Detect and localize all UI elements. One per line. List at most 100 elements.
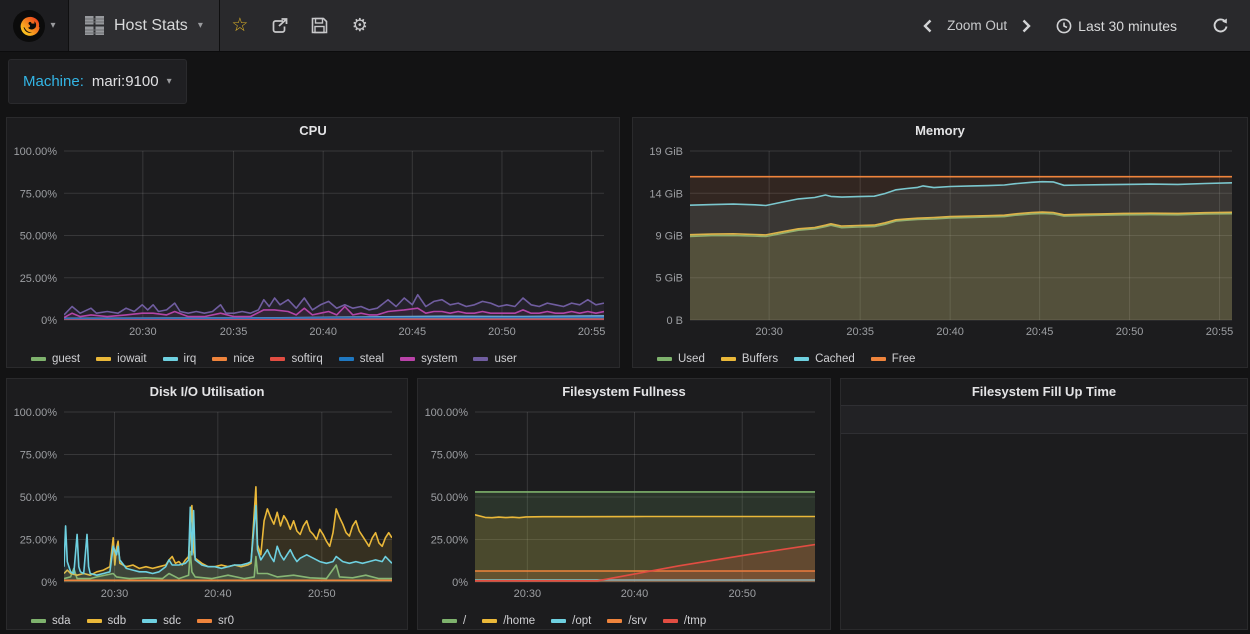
chevron-right-icon bbox=[1022, 19, 1031, 33]
dashboard-grid-icon bbox=[85, 16, 104, 35]
svg-text:0%: 0% bbox=[452, 577, 468, 589]
svg-text:20:30: 20:30 bbox=[514, 588, 542, 600]
grafana-logo-icon bbox=[12, 9, 46, 43]
svg-text:20:55: 20:55 bbox=[578, 326, 606, 338]
variable-label: Machine: bbox=[23, 73, 84, 90]
svg-text:20:40: 20:40 bbox=[204, 588, 232, 600]
legend-item-steal[interactable]: steal bbox=[339, 353, 384, 365]
panel-title-filesystem-fullness[interactable]: Filesystem Fullness bbox=[418, 379, 830, 403]
svg-text:20:30: 20:30 bbox=[101, 588, 129, 600]
legend-label: Buffers bbox=[742, 353, 778, 365]
svg-text:20:45: 20:45 bbox=[1026, 326, 1054, 338]
panel-title-disk-io[interactable]: Disk I/O Utilisation bbox=[7, 379, 407, 403]
legend-item-Cached[interactable]: Cached bbox=[794, 353, 855, 365]
legend-item-sr0[interactable]: sr0 bbox=[197, 615, 234, 627]
time-controls: Zoom Out Last 30 minutes bbox=[914, 0, 1250, 51]
panel-title-memory[interactable]: Memory bbox=[633, 118, 1247, 142]
legend-color-swatch bbox=[87, 619, 102, 623]
legend-label: user bbox=[494, 353, 516, 365]
filesystem-fullness-chart[interactable]: 100.00%75.00%50.00%25.00%0%20:3020:4020:… bbox=[418, 403, 830, 608]
legend-item-softirq[interactable]: softirq bbox=[270, 353, 322, 365]
variable-value: mari:9100 bbox=[92, 73, 159, 90]
legend-item-tmp[interactable]: /tmp bbox=[663, 615, 706, 627]
legend-item-sda[interactable]: sda bbox=[31, 615, 71, 627]
zoom-out-button[interactable]: Zoom Out bbox=[947, 18, 1007, 33]
time-forward-button[interactable] bbox=[1013, 0, 1040, 51]
legend-item-home[interactable]: /home bbox=[482, 615, 535, 627]
legend-label: sda bbox=[52, 615, 71, 627]
legend-item-irq[interactable]: irq bbox=[163, 353, 197, 365]
legend-color-swatch bbox=[31, 357, 46, 361]
refresh-button[interactable] bbox=[1203, 0, 1238, 51]
svg-text:50.00%: 50.00% bbox=[20, 231, 58, 243]
legend-label: nice bbox=[233, 353, 254, 365]
dashboard-actions: ☆ ⚙ bbox=[220, 0, 380, 51]
panel-disk-io: Disk I/O Utilisation 100.00%75.00%50.00%… bbox=[6, 378, 408, 630]
legend-item-iowait[interactable]: iowait bbox=[96, 353, 146, 365]
legend-item-guest[interactable]: guest bbox=[31, 353, 80, 365]
svg-text:20:35: 20:35 bbox=[846, 326, 874, 338]
time-range-picker[interactable]: Last 30 minutes bbox=[1046, 18, 1187, 34]
svg-text:25.00%: 25.00% bbox=[431, 535, 469, 547]
legend-item-[interactable]: / bbox=[442, 615, 466, 627]
share-dashboard-button[interactable] bbox=[260, 0, 300, 51]
legend-color-swatch bbox=[871, 357, 886, 361]
settings-button[interactable]: ⚙ bbox=[340, 0, 380, 51]
legend-item-Free[interactable]: Free bbox=[871, 353, 916, 365]
legend-item-opt[interactable]: /opt bbox=[551, 615, 591, 627]
legend-label: /tmp bbox=[684, 615, 706, 627]
legend-label: /home bbox=[503, 615, 535, 627]
svg-text:14 GiB: 14 GiB bbox=[649, 188, 683, 200]
svg-text:0%: 0% bbox=[41, 315, 57, 327]
memory-chart[interactable]: 19 GiB14 GiB9 GiB5 GiB0 B20:3020:3520:40… bbox=[633, 142, 1247, 346]
legend-item-nice[interactable]: nice bbox=[212, 353, 254, 365]
legend-item-Used[interactable]: Used bbox=[657, 353, 705, 365]
svg-text:20:40: 20:40 bbox=[936, 326, 964, 338]
legend-item-system[interactable]: system bbox=[400, 353, 457, 365]
legend-label: /opt bbox=[572, 615, 591, 627]
logo-caret-icon: ▾ bbox=[50, 21, 55, 31]
legend-item-sdb[interactable]: sdb bbox=[87, 615, 127, 627]
variable-caret-icon: ▾ bbox=[167, 77, 172, 87]
clock-icon bbox=[1056, 18, 1072, 34]
panel-title-cpu[interactable]: CPU bbox=[7, 118, 619, 142]
legend-label: Used bbox=[678, 353, 705, 365]
legend-label: irq bbox=[184, 353, 197, 365]
legend-item-sdc[interactable]: sdc bbox=[142, 615, 181, 627]
cpu-chart[interactable]: 100.00%75.00%50.00%25.00%0%20:3020:3520:… bbox=[7, 142, 619, 346]
svg-text:20:45: 20:45 bbox=[399, 326, 427, 338]
svg-text:0%: 0% bbox=[41, 577, 57, 589]
legend-item-srv[interactable]: /srv bbox=[607, 615, 647, 627]
dashboard-picker[interactable]: Host Stats ▾ bbox=[69, 0, 220, 51]
save-icon bbox=[311, 17, 328, 34]
machine-variable-dropdown[interactable]: Machine: mari:9100 ▾ bbox=[8, 59, 187, 104]
legend-color-swatch bbox=[339, 357, 354, 361]
save-dashboard-button[interactable] bbox=[300, 0, 340, 51]
panel-filesystem-fullness: Filesystem Fullness 100.00%75.00%50.00%2… bbox=[417, 378, 831, 630]
svg-text:75.00%: 75.00% bbox=[20, 188, 58, 200]
star-dashboard-button[interactable]: ☆ bbox=[220, 0, 260, 51]
cpu-legend: guest iowait irq nice softirq steal system user bbox=[7, 346, 619, 372]
legend-label: steal bbox=[360, 353, 384, 365]
svg-text:20:40: 20:40 bbox=[621, 588, 649, 600]
svg-text:50.00%: 50.00% bbox=[20, 492, 58, 504]
table-header-row bbox=[841, 405, 1247, 434]
legend-color-swatch bbox=[163, 357, 178, 361]
svg-text:20:50: 20:50 bbox=[488, 326, 516, 338]
dashboard-caret-icon: ▾ bbox=[198, 21, 203, 31]
legend-item-Buffers[interactable]: Buffers bbox=[721, 353, 778, 365]
grafana-logo-button[interactable]: ▾ bbox=[0, 0, 69, 51]
svg-text:100.00%: 100.00% bbox=[14, 407, 58, 419]
svg-text:9 GiB: 9 GiB bbox=[655, 231, 683, 243]
legend-label: guest bbox=[52, 353, 80, 365]
svg-text:20:30: 20:30 bbox=[755, 326, 783, 338]
navbar: ▾ Host Stats ▾ ☆ ⚙ bbox=[0, 0, 1250, 52]
time-back-button[interactable] bbox=[914, 0, 941, 51]
svg-text:20:50: 20:50 bbox=[728, 588, 756, 600]
disk-io-chart[interactable]: 100.00%75.00%50.00%25.00%0%20:3020:4020:… bbox=[7, 403, 407, 608]
legend-item-user[interactable]: user bbox=[473, 353, 516, 365]
panel-title-filesystem-fill-up-time[interactable]: Filesystem Fill Up Time bbox=[841, 379, 1247, 403]
legend-label: Free bbox=[892, 353, 916, 365]
svg-text:20:50: 20:50 bbox=[1116, 326, 1144, 338]
panel-cpu: CPU 100.00%75.00%50.00%25.00%0%20:3020:3… bbox=[6, 117, 620, 368]
